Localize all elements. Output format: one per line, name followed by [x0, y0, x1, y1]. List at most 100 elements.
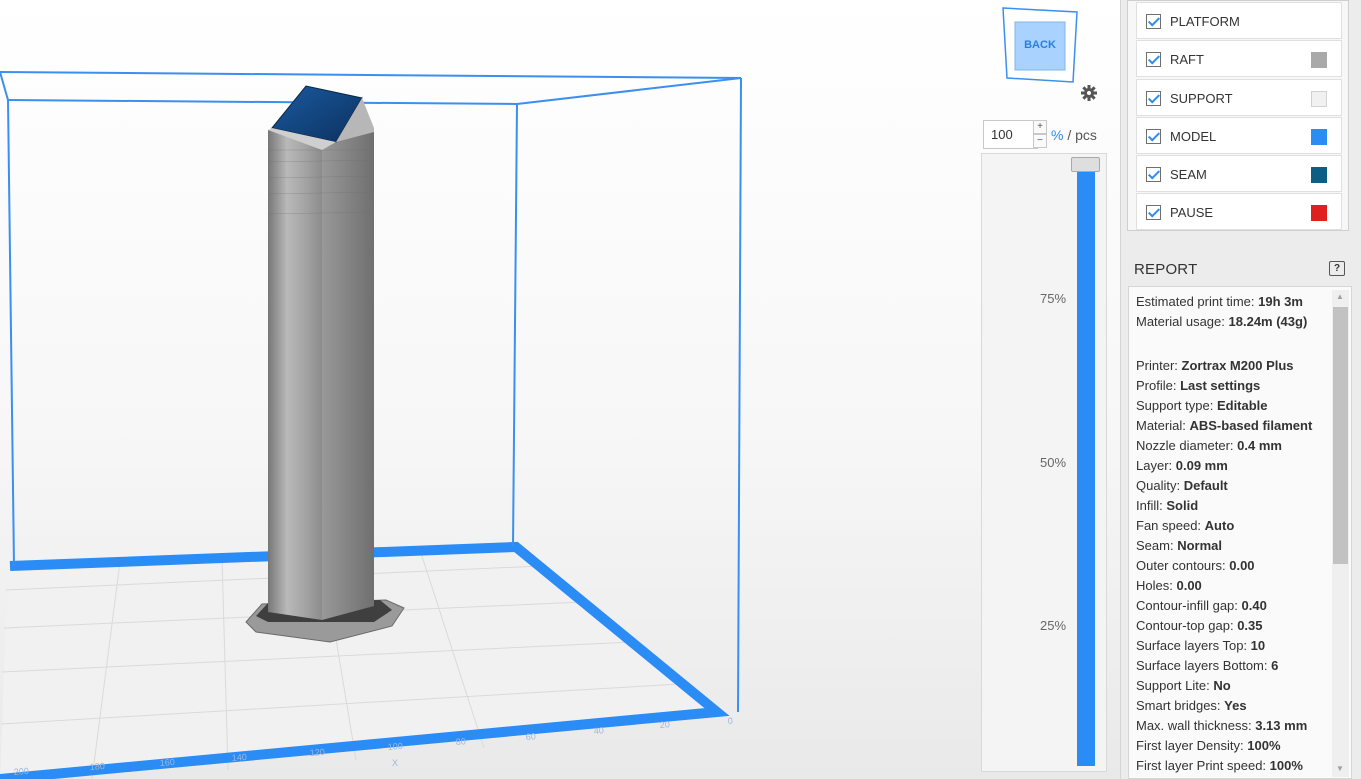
color-swatch-raft — [1311, 52, 1327, 68]
quantity-field[interactable] — [983, 120, 1038, 149]
layer-slider-handle[interactable] — [1071, 157, 1100, 172]
report-row: Profile: Last settings — [1136, 376, 1336, 396]
help-icon[interactable]: ? — [1329, 261, 1345, 276]
report-row: Support Lite: No — [1136, 676, 1336, 696]
report-row-value: 10 — [1250, 638, 1266, 653]
model-column-right — [322, 128, 374, 620]
report-row: Holes: 0.00 — [1136, 576, 1336, 596]
report-row: Quality: Default — [1136, 476, 1336, 496]
report-row-label: Layer: — [1136, 458, 1173, 473]
x-axis-label: X — [392, 758, 398, 768]
report-row-value: Normal — [1177, 538, 1222, 553]
x-tick-label: 60 — [525, 731, 536, 742]
legend-label: PLATFORM — [1170, 14, 1240, 29]
color-swatch-seam — [1311, 167, 1327, 183]
report-row-label: Material usage: — [1136, 314, 1225, 329]
report-row-label: Max. wall thickness: — [1136, 718, 1252, 733]
legend-row-platform[interactable]: PLATFORM — [1136, 2, 1342, 39]
legend-row-support[interactable]: SUPPORT — [1136, 79, 1342, 116]
report-row-value: 100% — [1269, 758, 1303, 773]
color-swatch-model — [1311, 129, 1327, 145]
model-column-left — [268, 130, 322, 620]
report-row-value: Zortrax M200 Plus — [1181, 358, 1294, 373]
legend-row-pause[interactable]: PAUSE — [1136, 193, 1342, 230]
quantity-increment-button[interactable]: + — [1033, 120, 1047, 134]
x-tick-label: 100 — [387, 741, 403, 752]
report-row: Fan speed: Auto — [1136, 516, 1336, 536]
unit-pcs-label[interactable]: / pcs — [1063, 127, 1097, 143]
quantity-unit-label: % / pcs — [1051, 127, 1097, 143]
report-row: Support type: Editable — [1136, 396, 1336, 416]
report-row-label: Outer contours: — [1136, 558, 1226, 573]
report-row-value: 0.00 — [1176, 578, 1202, 593]
report-row: Printer: Zortrax M200 Plus — [1136, 356, 1336, 376]
scroll-down-icon[interactable]: ▼ — [1336, 764, 1344, 773]
report-row-value: Default — [1183, 478, 1228, 493]
report-row-value: 100% — [1247, 738, 1281, 753]
report-row-label: Surface layers Top: — [1136, 638, 1248, 653]
report-row-label: Support Lite: — [1136, 678, 1210, 693]
report-title: REPORT — [1134, 261, 1198, 278]
layer-slider-track[interactable] — [1077, 168, 1095, 766]
report-row-value: 0.09 mm — [1175, 458, 1228, 473]
print-preview-scene[interactable]: 200 180 160 140 120 100 80 60 40 20 0 X — [0, 0, 980, 779]
legend-label: PAUSE — [1170, 205, 1214, 220]
report-row-label: Profile: — [1136, 378, 1177, 393]
color-swatch-pause — [1311, 205, 1327, 221]
visibility-legend: PLATFORM RAFT SUPPORT MODEL SEAM PAUSE — [1127, 0, 1349, 231]
report-row: Seam: Normal — [1136, 536, 1336, 556]
checkbox-pause[interactable] — [1146, 205, 1161, 220]
report-row: Contour-infill gap: 0.40 — [1136, 596, 1336, 616]
x-tick-label: 20 — [659, 719, 670, 730]
view-cube[interactable]: BACK — [1001, 6, 1079, 84]
report-list: Estimated print time: 19h 3m Material usa… — [1136, 292, 1336, 776]
report-row-label: Contour-top gap: — [1136, 618, 1234, 633]
legend-row-raft[interactable]: RAFT — [1136, 40, 1342, 77]
report-scrollbar-thumb[interactable] — [1333, 307, 1348, 564]
legend-row-model[interactable]: MODEL — [1136, 117, 1342, 154]
report-row-label: Infill: — [1136, 498, 1163, 513]
report-row-value: 0.35 — [1237, 618, 1263, 633]
quantity-input[interactable] — [985, 122, 1025, 147]
color-swatch-support — [1311, 91, 1327, 107]
report-row: Contour-top gap: 0.35 — [1136, 616, 1336, 636]
scroll-up-icon[interactable]: ▲ — [1336, 292, 1344, 301]
report-row-value: Solid — [1166, 498, 1199, 513]
gear-icon[interactable] — [1079, 83, 1099, 103]
report-row-value: 6 — [1271, 658, 1279, 673]
view-cube-face-label: BACK — [1024, 39, 1056, 51]
x-tick-label: 0 — [727, 716, 733, 726]
checkbox-platform[interactable] — [1146, 14, 1161, 29]
report-row-label: Support type: — [1136, 398, 1214, 413]
report-row-label: Contour-infill gap: — [1136, 598, 1238, 613]
3d-viewport[interactable]: 200 180 160 140 120 100 80 60 40 20 0 X — [0, 0, 1120, 779]
quantity-decrement-button[interactable]: − — [1033, 134, 1047, 148]
slider-mark-50: 50% — [1040, 455, 1067, 470]
legend-label: RAFT — [1170, 52, 1204, 67]
checkbox-seam[interactable] — [1146, 167, 1161, 182]
x-tick-label: 160 — [159, 757, 175, 768]
x-tick-label: 40 — [593, 725, 604, 736]
report-row-value: 0.4 mm — [1237, 438, 1282, 453]
report-spacer — [1136, 332, 1336, 356]
report-row-label: Nozzle diameter: — [1136, 438, 1234, 453]
report-row-value: Editable — [1216, 398, 1268, 413]
report-row: Max. wall thickness: 3.13 mm — [1136, 716, 1336, 736]
report-row-value: Last settings — [1180, 378, 1261, 393]
report-row-label: Quality: — [1136, 478, 1181, 493]
x-tick-label: 80 — [455, 736, 466, 747]
unit-percent-toggle[interactable]: % — [1051, 127, 1063, 143]
report-row-label: Holes: — [1136, 578, 1173, 593]
checkbox-raft[interactable] — [1146, 52, 1161, 67]
report-row: First layer Density: 100% — [1136, 736, 1336, 756]
legend-row-seam[interactable]: SEAM — [1136, 155, 1342, 192]
report-panel[interactable]: Estimated print time: 19h 3m Material usa… — [1128, 286, 1352, 779]
report-row: Material usage: 18.24m (43g) — [1136, 312, 1336, 332]
report-row: First layer Print speed: 100% — [1136, 756, 1336, 776]
report-row: Outer contours: 0.00 — [1136, 556, 1336, 576]
slider-mark-75: 75% — [1040, 291, 1067, 306]
checkbox-model[interactable] — [1146, 129, 1161, 144]
checkbox-support[interactable] — [1146, 91, 1161, 106]
report-row-label: Smart bridges: — [1136, 698, 1221, 713]
report-row-label: First layer Print speed: — [1136, 758, 1267, 773]
